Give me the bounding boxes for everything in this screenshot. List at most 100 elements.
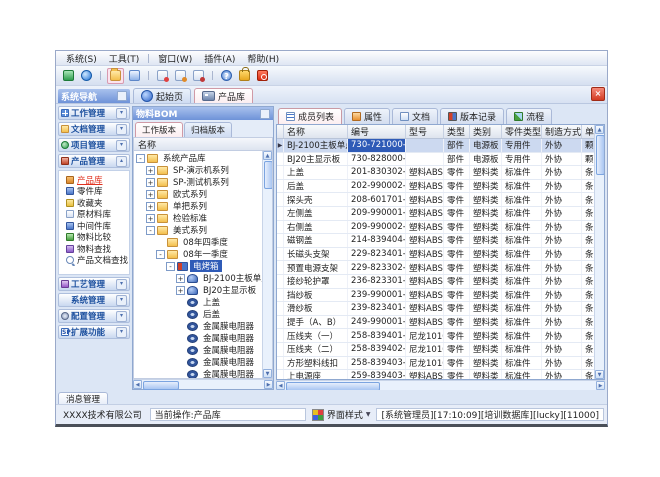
table-cell[interactable]: 条 (582, 166, 594, 179)
grid-horizontal-scrollbar[interactable]: ◀ ▶ (276, 380, 605, 390)
table-cell[interactable]: 条 (582, 329, 594, 342)
table-cell[interactable]: 标准件 (502, 193, 542, 206)
tree-node[interactable]: -08年一季度 (134, 248, 262, 260)
sidebar-item-原材料库[interactable]: 原材料库 (59, 209, 129, 221)
table-cell[interactable]: 塑料类 (470, 193, 502, 206)
column-header-2[interactable]: 编号 (348, 125, 406, 138)
table-cell[interactable]: 塑料ABS (406, 302, 444, 315)
column-header-7[interactable]: 制造方式 (542, 125, 582, 138)
table-row[interactable]: 右侧盖209-990002-01X塑料ABS零件塑料类标准件外协条 (277, 221, 594, 235)
chevron-down-icon[interactable]: ▾ (116, 327, 127, 338)
menu-item-4[interactable]: 插件(A) (198, 52, 241, 65)
tree-node[interactable]: -美式系列 (134, 224, 262, 236)
table-cell[interactable]: 塑料ABS (406, 275, 444, 288)
doc-tab-product-lib[interactable]: 产品库 (194, 88, 253, 103)
tree-node[interactable]: 金属膜电阻器 (134, 332, 262, 344)
tree-node[interactable]: 后盖 (134, 308, 262, 320)
toolbar-button-mail-send[interactable] (191, 69, 206, 83)
chevron-down-icon[interactable]: ▾ (116, 295, 127, 306)
scroll-right-icon[interactable]: ▶ (264, 380, 273, 389)
table-cell[interactable]: 提手（A、B） (284, 316, 348, 329)
table-cell[interactable]: 专用件 (502, 153, 542, 166)
expand-icon[interactable]: + (176, 286, 185, 295)
table-cell[interactable]: 塑料ABS (406, 316, 444, 329)
table-row[interactable]: 接纱轮护罩236-823301-00X塑料ABS零件塑料类标准件外协条 (277, 275, 594, 289)
table-cell[interactable]: 专用件 (502, 139, 542, 152)
member-tab-5[interactable]: 流程 (506, 108, 552, 124)
table-cell[interactable]: 塑料ABS (406, 370, 444, 379)
table-cell[interactable]: 730-828000-04X (348, 153, 406, 166)
chevron-down-icon[interactable]: ▾ (116, 140, 127, 151)
scroll-up-icon[interactable]: ▲ (595, 125, 604, 134)
table-cell[interactable]: 塑料ABS (406, 261, 444, 274)
sidebar-section-3[interactable]: 项目管理▾ (58, 138, 130, 152)
table-cell[interactable] (406, 139, 444, 152)
table-cell[interactable]: 条 (582, 289, 594, 302)
sidebar-item-零件库[interactable]: 零件库 (59, 186, 129, 198)
member-tab-3[interactable]: 文档 (392, 108, 438, 124)
tree-node[interactable]: +单把系列 (134, 200, 262, 212)
table-row[interactable]: 方形塑料线扣258-839403-00X尼龙1010零件塑料类标准件外协条 (277, 357, 594, 371)
table-cell[interactable]: 条 (582, 234, 594, 247)
table-cell[interactable]: 电源板 (470, 139, 502, 152)
tree-column-header[interactable]: 名称 (133, 137, 273, 151)
toolbar-button-folder[interactable] (107, 68, 124, 84)
table-cell[interactable]: 条 (582, 248, 594, 261)
collapse-icon[interactable]: - (166, 262, 175, 271)
table-cell[interactable]: 外协 (542, 207, 582, 220)
table-cell[interactable]: 258-839401-00X (348, 329, 406, 342)
table-cell[interactable]: 229-823302-00X (348, 261, 406, 274)
table-cell[interactable]: 外协 (542, 343, 582, 356)
table-cell[interactable]: 标准件 (502, 248, 542, 261)
table-cell[interactable]: 尼龙1010 (406, 343, 444, 356)
menu-item-5[interactable]: 帮助(H) (241, 52, 285, 65)
table-cell[interactable]: 外协 (542, 261, 582, 274)
table-cell[interactable]: 标准件 (502, 221, 542, 234)
table-cell[interactable]: 202-990002-01X (348, 180, 406, 193)
tree-node[interactable]: +欧式系列 (134, 188, 262, 200)
sidebar-item-收藏夹[interactable]: 收藏夹 (59, 197, 129, 209)
table-cell[interactable]: 标准件 (502, 234, 542, 247)
toolbar-button-globe[interactable] (79, 69, 94, 83)
table-cell[interactable]: BJ20主显示板 (284, 153, 348, 166)
table-cell[interactable]: 压线夹（一） (284, 329, 348, 342)
table-cell[interactable]: 外协 (542, 193, 582, 206)
table-cell[interactable]: 塑料ABS (406, 166, 444, 179)
tree-horizontal-scrollbar[interactable]: ◀ ▶ (133, 379, 273, 389)
ui-style-button[interactable]: 界面样式 ▼ (310, 408, 373, 421)
table-cell[interactable]: 外协 (542, 357, 582, 370)
table-cell[interactable]: 上电源座 (284, 370, 348, 379)
table-cell[interactable]: 零件 (444, 329, 470, 342)
table-cell[interactable]: 部件 (444, 153, 470, 166)
sidebar-item-中间件库[interactable]: 中间件库 (59, 220, 129, 232)
sidebar-section-8[interactable]: SP扩展功能▾ (58, 325, 130, 339)
table-cell[interactable]: 730-721000-12X (348, 139, 406, 152)
table-cell[interactable]: 塑料类 (470, 289, 502, 302)
version-tab-1[interactable]: 工作版本 (135, 122, 183, 137)
table-cell[interactable]: 229-823401-00X (348, 248, 406, 261)
table-cell[interactable]: 标准件 (502, 275, 542, 288)
table-cell[interactable]: 尼龙1010 (406, 329, 444, 342)
table-cell[interactable]: 塑料ABS (406, 193, 444, 206)
table-cell[interactable]: 零件 (444, 180, 470, 193)
table-cell[interactable]: 塑料类 (470, 180, 502, 193)
table-cell[interactable]: 塑料类 (470, 261, 502, 274)
table-cell[interactable]: 塑料类 (470, 370, 502, 379)
table-cell[interactable]: 条 (582, 302, 594, 315)
table-cell[interactable]: 条 (582, 357, 594, 370)
expand-icon[interactable]: + (146, 178, 155, 187)
table-cell[interactable]: 外协 (542, 153, 582, 166)
tree-node[interactable]: 金属膜电阻器 (134, 356, 262, 368)
table-cell[interactable]: 后盖 (284, 180, 348, 193)
table-cell[interactable]: 塑料类 (470, 302, 502, 315)
sidebar-section-6[interactable]: 系统管理▾ (58, 293, 130, 307)
expand-icon[interactable]: + (146, 202, 155, 211)
column-header-6[interactable]: 零件类型 (502, 125, 542, 138)
table-cell[interactable]: 214-839404-01X (348, 234, 406, 247)
expand-icon[interactable]: + (176, 274, 185, 283)
toolbar-button-power[interactable] (255, 69, 270, 83)
table-cell[interactable]: 239-990001-01X (348, 289, 406, 302)
table-cell[interactable]: 208-601701-01X (348, 193, 406, 206)
table-cell[interactable]: 塑料类 (470, 166, 502, 179)
scroll-left-icon[interactable]: ◀ (276, 381, 285, 390)
